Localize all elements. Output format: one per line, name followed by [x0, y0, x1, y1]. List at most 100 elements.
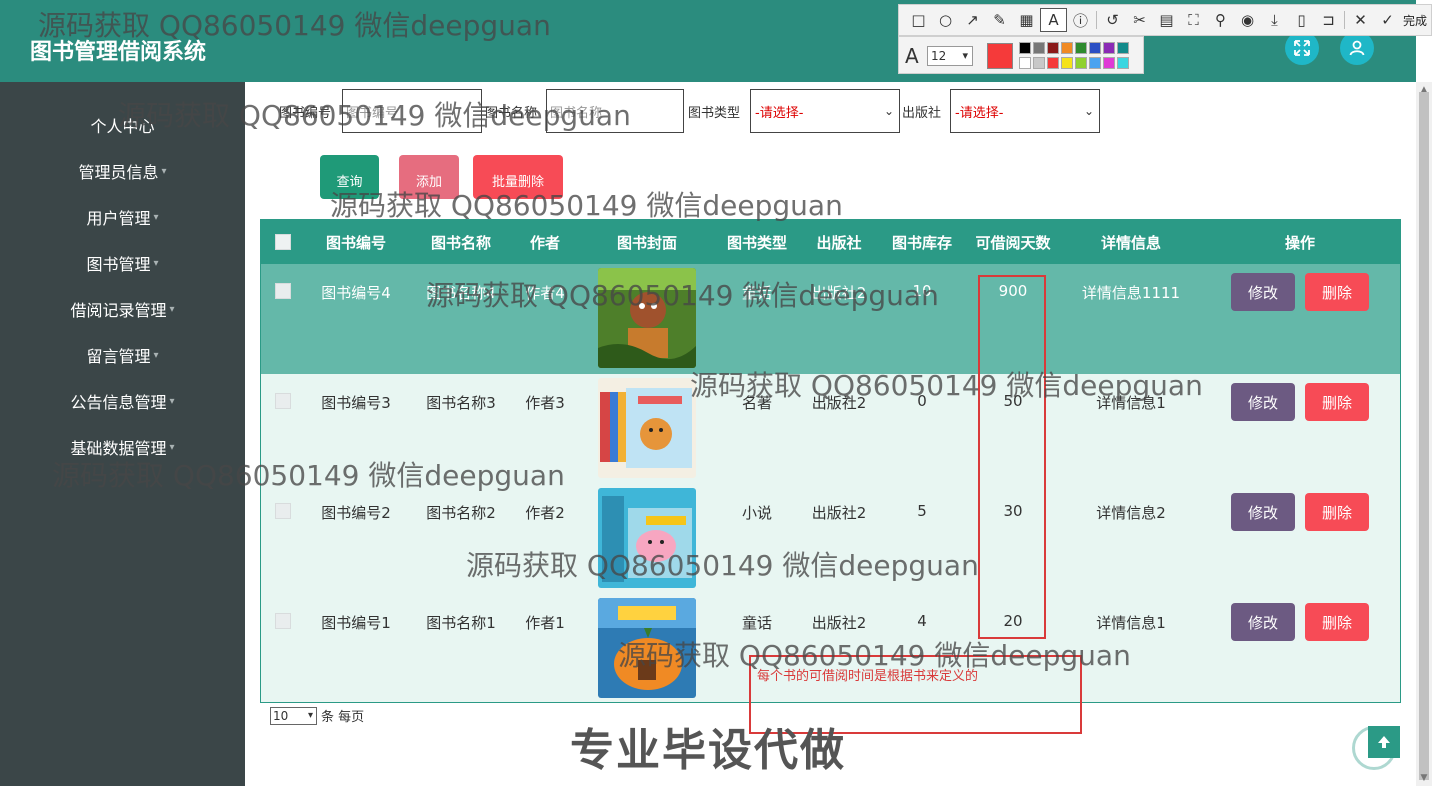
pin-icon[interactable]: ⚲: [1207, 8, 1234, 32]
edit-button[interactable]: 修改: [1231, 273, 1295, 311]
color-swatch[interactable]: [1075, 57, 1087, 69]
color-swatch[interactable]: [1033, 57, 1045, 69]
color-swatch[interactable]: [1117, 42, 1129, 54]
search-button[interactable]: 查询: [320, 155, 379, 199]
color-swatch[interactable]: [1019, 57, 1031, 69]
cell-book-type: 名著: [741, 394, 773, 412]
undo-icon[interactable]: ↺: [1099, 8, 1126, 32]
sidebar-item-messages[interactable]: 留言管理 ▾: [0, 340, 245, 370]
user-icon: [1349, 40, 1365, 56]
page-size-select[interactable]: 10: [270, 706, 317, 725]
arrow-tool-icon[interactable]: ↗: [959, 8, 986, 32]
cell-book-type: 童话: [741, 284, 773, 302]
book-no-input[interactable]: 图书编号: [342, 89, 482, 133]
scroll-down-icon[interactable]: ▼: [1416, 770, 1432, 786]
add-button[interactable]: 添加: [399, 155, 459, 199]
number-tool-icon[interactable]: ⓘ: [1067, 8, 1094, 32]
sidebar-item-users[interactable]: 用户管理 ▾: [0, 202, 245, 232]
color-swatch[interactable]: [1033, 42, 1045, 54]
col-book-type: 图书类型: [726, 234, 788, 252]
row-checkbox[interactable]: [275, 613, 291, 629]
book-name-label: 图书名称: [485, 106, 538, 121]
bookmark-icon[interactable]: ⊐: [1315, 8, 1342, 32]
back-to-top-button[interactable]: [1368, 726, 1400, 758]
delete-button[interactable]: 删除: [1305, 493, 1369, 531]
phone-icon[interactable]: ▯: [1288, 8, 1315, 32]
edit-button[interactable]: 修改: [1231, 383, 1295, 421]
pen-tool-icon[interactable]: ✎: [986, 8, 1013, 32]
cell-publisher: 出版社2: [811, 504, 867, 522]
cell-book-type: 小说: [741, 504, 773, 522]
sidebar-item-admin[interactable]: 管理员信息 ▾: [0, 156, 245, 186]
long-shot-icon[interactable]: ⛶: [1180, 8, 1207, 32]
snapshot-done-button[interactable]: 完成: [1403, 12, 1427, 29]
color-swatch[interactable]: [1019, 42, 1031, 54]
ocr-icon[interactable]: ▤: [1153, 8, 1180, 32]
check-icon[interactable]: ✓: [1374, 8, 1401, 32]
delete-button[interactable]: 删除: [1305, 273, 1369, 311]
record-icon[interactable]: ◉: [1234, 8, 1261, 32]
select-all-checkbox[interactable]: [275, 234, 291, 250]
chevron-down-icon: ⌄: [883, 104, 894, 118]
sidebar-item-borrow-records[interactable]: 借阅记录管理 ▾: [0, 294, 245, 324]
page-size-suffix: 条 每页: [321, 710, 365, 725]
scroll-thumb[interactable]: [1419, 92, 1429, 780]
color-swatch[interactable]: [1061, 42, 1073, 54]
user-button[interactable]: [1340, 31, 1374, 65]
col-borrow-days: 可借阅天数: [975, 234, 1051, 252]
row-checkbox[interactable]: [275, 503, 291, 519]
current-color-swatch[interactable]: [987, 43, 1013, 69]
page-scrollbar[interactable]: ▲ ▼: [1416, 82, 1432, 786]
caret-down-icon: ▾: [153, 211, 159, 223]
cell-detail: 详情信息1: [1096, 394, 1166, 412]
rectangle-tool-icon[interactable]: □: [905, 8, 932, 32]
cell-book-name: 图书名称2: [426, 504, 496, 522]
cell-detail: 详情信息1: [1096, 614, 1166, 632]
close-icon[interactable]: ✕: [1347, 8, 1374, 32]
publisher-select[interactable]: -请选择- ⌄: [950, 89, 1100, 133]
cell-stock: 4: [917, 612, 927, 630]
col-book-no: 图书编号: [325, 234, 387, 252]
delete-button[interactable]: 删除: [1305, 603, 1369, 641]
toolbar-divider: [1096, 11, 1097, 29]
app-title: 图书管理借阅系统: [30, 40, 207, 65]
color-swatch[interactable]: [1047, 42, 1059, 54]
cell-author: 作者2: [525, 504, 565, 522]
batch-delete-button[interactable]: 批量删除: [473, 155, 563, 199]
book-cover-image: [598, 598, 696, 698]
text-tool-icon[interactable]: A: [1040, 8, 1067, 32]
fullscreen-button[interactable]: [1285, 31, 1319, 65]
book-name-input[interactable]: 图书名称: [546, 89, 684, 133]
font-size-select[interactable]: 12: [927, 46, 973, 66]
pagination: 10 条 每页: [270, 706, 364, 725]
cell-book-type: 童话: [741, 614, 773, 632]
download-icon[interactable]: ⤓: [1261, 8, 1288, 32]
color-swatch[interactable]: [1075, 42, 1087, 54]
cell-detail: 详情信息1111: [1081, 284, 1181, 302]
sidebar-item-profile[interactable]: 个人中心: [0, 110, 245, 140]
cell-stock: 5: [917, 502, 927, 520]
delete-button[interactable]: 删除: [1305, 383, 1369, 421]
ellipse-tool-icon[interactable]: ○: [932, 8, 959, 32]
book-type-select[interactable]: -请选择- ⌄: [750, 89, 900, 133]
cell-book-no: 图书编号1: [321, 614, 391, 632]
row-checkbox[interactable]: [275, 283, 291, 299]
cut-icon[interactable]: ✂: [1126, 8, 1153, 32]
color-swatch[interactable]: [1089, 57, 1101, 69]
mosaic-tool-icon[interactable]: ▦: [1013, 8, 1040, 32]
color-swatch[interactable]: [1117, 57, 1129, 69]
color-swatch[interactable]: [1103, 42, 1115, 54]
color-swatch[interactable]: [1047, 57, 1059, 69]
color-swatch[interactable]: [1103, 57, 1115, 69]
book-cover-image: [598, 488, 696, 588]
color-swatch[interactable]: [1061, 57, 1073, 69]
cell-publisher: 出版社2: [811, 614, 867, 632]
sidebar-item-base-data[interactable]: 基础数据管理 ▾: [0, 432, 245, 462]
edit-button[interactable]: 修改: [1231, 603, 1295, 641]
edit-button[interactable]: 修改: [1231, 493, 1295, 531]
color-swatch[interactable]: [1089, 42, 1101, 54]
sidebar-item-notices[interactable]: 公告信息管理 ▾: [0, 386, 245, 416]
publisher-label: 出版社: [902, 106, 942, 121]
row-checkbox[interactable]: [275, 393, 291, 409]
sidebar-item-books[interactable]: 图书管理 ▾: [0, 248, 245, 278]
